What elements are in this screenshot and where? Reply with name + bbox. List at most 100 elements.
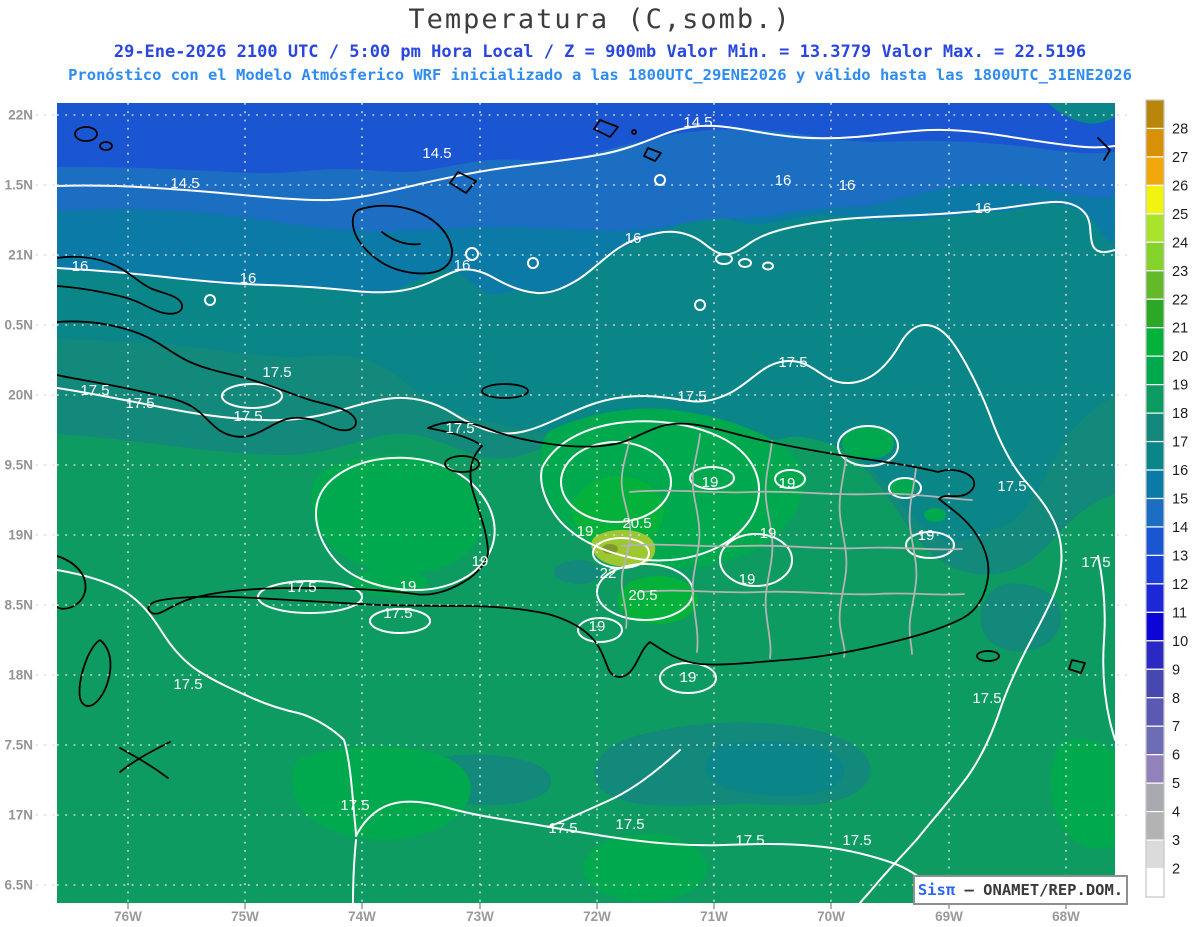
x-axis-label: 72W <box>583 909 611 924</box>
contour-label: 19 <box>739 571 756 588</box>
contour-label: 16 <box>625 230 642 247</box>
x-axis-label: 69W <box>935 909 963 924</box>
field-19-20 <box>924 508 946 522</box>
colorbar-segment <box>1145 270 1165 300</box>
contour-label: 16 <box>72 258 89 275</box>
contour-label: 17.5 <box>778 354 807 371</box>
colorbar-segment <box>1145 469 1165 500</box>
pi-icon: π <box>945 881 956 899</box>
y-axis-label: 17N <box>8 808 33 823</box>
colorbar-segment <box>1145 213 1165 243</box>
bahamas-island <box>36 203 54 213</box>
colorbar-tick-label: 21 <box>1172 321 1188 337</box>
colorbar-segment <box>1145 384 1165 414</box>
contour-label: 17.5 <box>972 690 1001 707</box>
contour-label: 17.5 <box>80 382 109 399</box>
contour-label: 19 <box>472 553 489 570</box>
sispi-logo: Sis <box>917 881 946 899</box>
x-axis-label: 76W <box>114 909 142 924</box>
colorbar-segment <box>1145 640 1165 670</box>
field-cool-patch <box>554 560 602 584</box>
colorbar-segment <box>1145 440 1165 471</box>
colorbar-segment <box>1145 839 1165 870</box>
contour-label: 17.5 <box>842 832 871 849</box>
colorbar-tick-label: 8 <box>1172 691 1180 707</box>
org-label: – ONAMET/REP.DOM. <box>955 881 1124 899</box>
y-axis-label: 19N <box>8 528 33 543</box>
colorbar-segment <box>1145 583 1165 613</box>
colorbar-tick-label: 4 <box>1172 805 1180 821</box>
contour-label: 22 <box>600 565 617 582</box>
x-axis-label: 70W <box>817 909 845 924</box>
x-axis-label: 68W <box>1052 909 1080 924</box>
temperature-colorbar: 2827262524232221201918171615141312111098… <box>1145 99 1188 898</box>
temperature-shading <box>36 103 1115 903</box>
contour-label: 17.5 <box>233 408 262 425</box>
colorbar-tick-label: 3 <box>1172 833 1180 849</box>
x-axis-label: 73W <box>466 909 494 924</box>
colorbar-tick-label: 27 <box>1172 150 1188 166</box>
contour-label: 19 <box>680 669 697 686</box>
colorbar-tick-label: 16 <box>1172 463 1188 479</box>
contour-label: 16 <box>775 172 792 189</box>
contour-label: 17.5 <box>677 388 706 405</box>
temperature-map: 76W 75W 74W 73W 72W 71W 70W 69W 68W 22N 1.5N 21N 0.5… <box>4 99 1188 924</box>
contour-label: 16 <box>839 177 856 194</box>
colorbar-tick-label: 18 <box>1172 406 1188 422</box>
y-axis-label: 0.5N <box>4 318 33 333</box>
y-axis-label: 1.5N <box>4 178 33 193</box>
field-cool-patch <box>705 740 845 797</box>
contour-label: 17.5 <box>548 820 577 837</box>
colorbar-tick-label: 19 <box>1172 378 1188 394</box>
colorbar-segment <box>1145 184 1165 215</box>
colorbar-segment <box>1145 298 1165 329</box>
colorbar-segment <box>1145 782 1165 813</box>
contour-label: 17.5 <box>340 797 369 814</box>
colorbar-tick-label: 28 <box>1172 121 1188 137</box>
y-axis-label: 7.5N <box>4 738 33 753</box>
colorbar-segment <box>1145 99 1165 130</box>
colorbar-tick-label: 22 <box>1172 292 1188 308</box>
contour-label: 16 <box>454 257 471 274</box>
forecast-time-line: 29-Ene-2026 2100 UTC / 5:00 pm Hora Loca… <box>113 42 1087 62</box>
contour-label: 17.5 <box>1081 554 1110 571</box>
y-axis-label: 6.5N <box>4 878 33 893</box>
contour-label: 19 <box>918 527 935 544</box>
contour-label: 17.5 <box>445 420 474 437</box>
contour-label: 17.5 <box>997 478 1026 495</box>
colorbar-segment <box>1145 412 1165 443</box>
onamet-branding-box: Sis π – ONAMET/REP.DOM. <box>913 875 1128 905</box>
colorbar-segment <box>1145 811 1165 841</box>
colorbar-segment <box>1145 156 1165 186</box>
weather-map-page: Temperatura (C,somb.) 29-Ene-2026 2100 U… <box>0 0 1200 927</box>
x-axis-label: 75W <box>231 909 259 924</box>
contour-label: 19 <box>577 523 594 540</box>
colorbar-tick-label: 26 <box>1172 178 1188 194</box>
contour-label: 20.5 <box>628 587 657 604</box>
contour-label: 17.5 <box>287 579 316 596</box>
contour-label: 19 <box>589 618 606 635</box>
contour-label: 19 <box>400 578 417 595</box>
colorbar-tick-label: 23 <box>1172 264 1188 280</box>
field-19-20 <box>842 427 894 459</box>
colorbar-tick-label: 11 <box>1172 605 1187 621</box>
colorbar-tick-label: 20 <box>1172 349 1188 365</box>
contour-label: 20.5 <box>622 515 651 532</box>
colorbar-tick-label: 14 <box>1172 520 1188 536</box>
colorbar-segment <box>1145 697 1165 727</box>
colorbar-segment <box>1145 241 1165 272</box>
contour-label: 14.5 <box>683 114 712 131</box>
colorbar-tick-label: 17 <box>1172 435 1188 451</box>
contour-label: 19 <box>702 474 719 491</box>
colorbar-tick-label: 5 <box>1172 776 1180 792</box>
colorbar-tick-label: 13 <box>1172 548 1188 564</box>
contour-label: 19 <box>760 525 777 542</box>
y-axis-label: 21N <box>8 248 33 263</box>
colorbar-segment <box>1145 497 1165 528</box>
contour-label: 17.5 <box>173 676 202 693</box>
y-axis-label: 22N <box>8 108 33 123</box>
colorbar-segment <box>1145 355 1165 386</box>
colorbar-tick-label: 6 <box>1172 748 1180 764</box>
colorbar-segment <box>1145 327 1165 357</box>
contour-label: 16 <box>240 270 257 287</box>
